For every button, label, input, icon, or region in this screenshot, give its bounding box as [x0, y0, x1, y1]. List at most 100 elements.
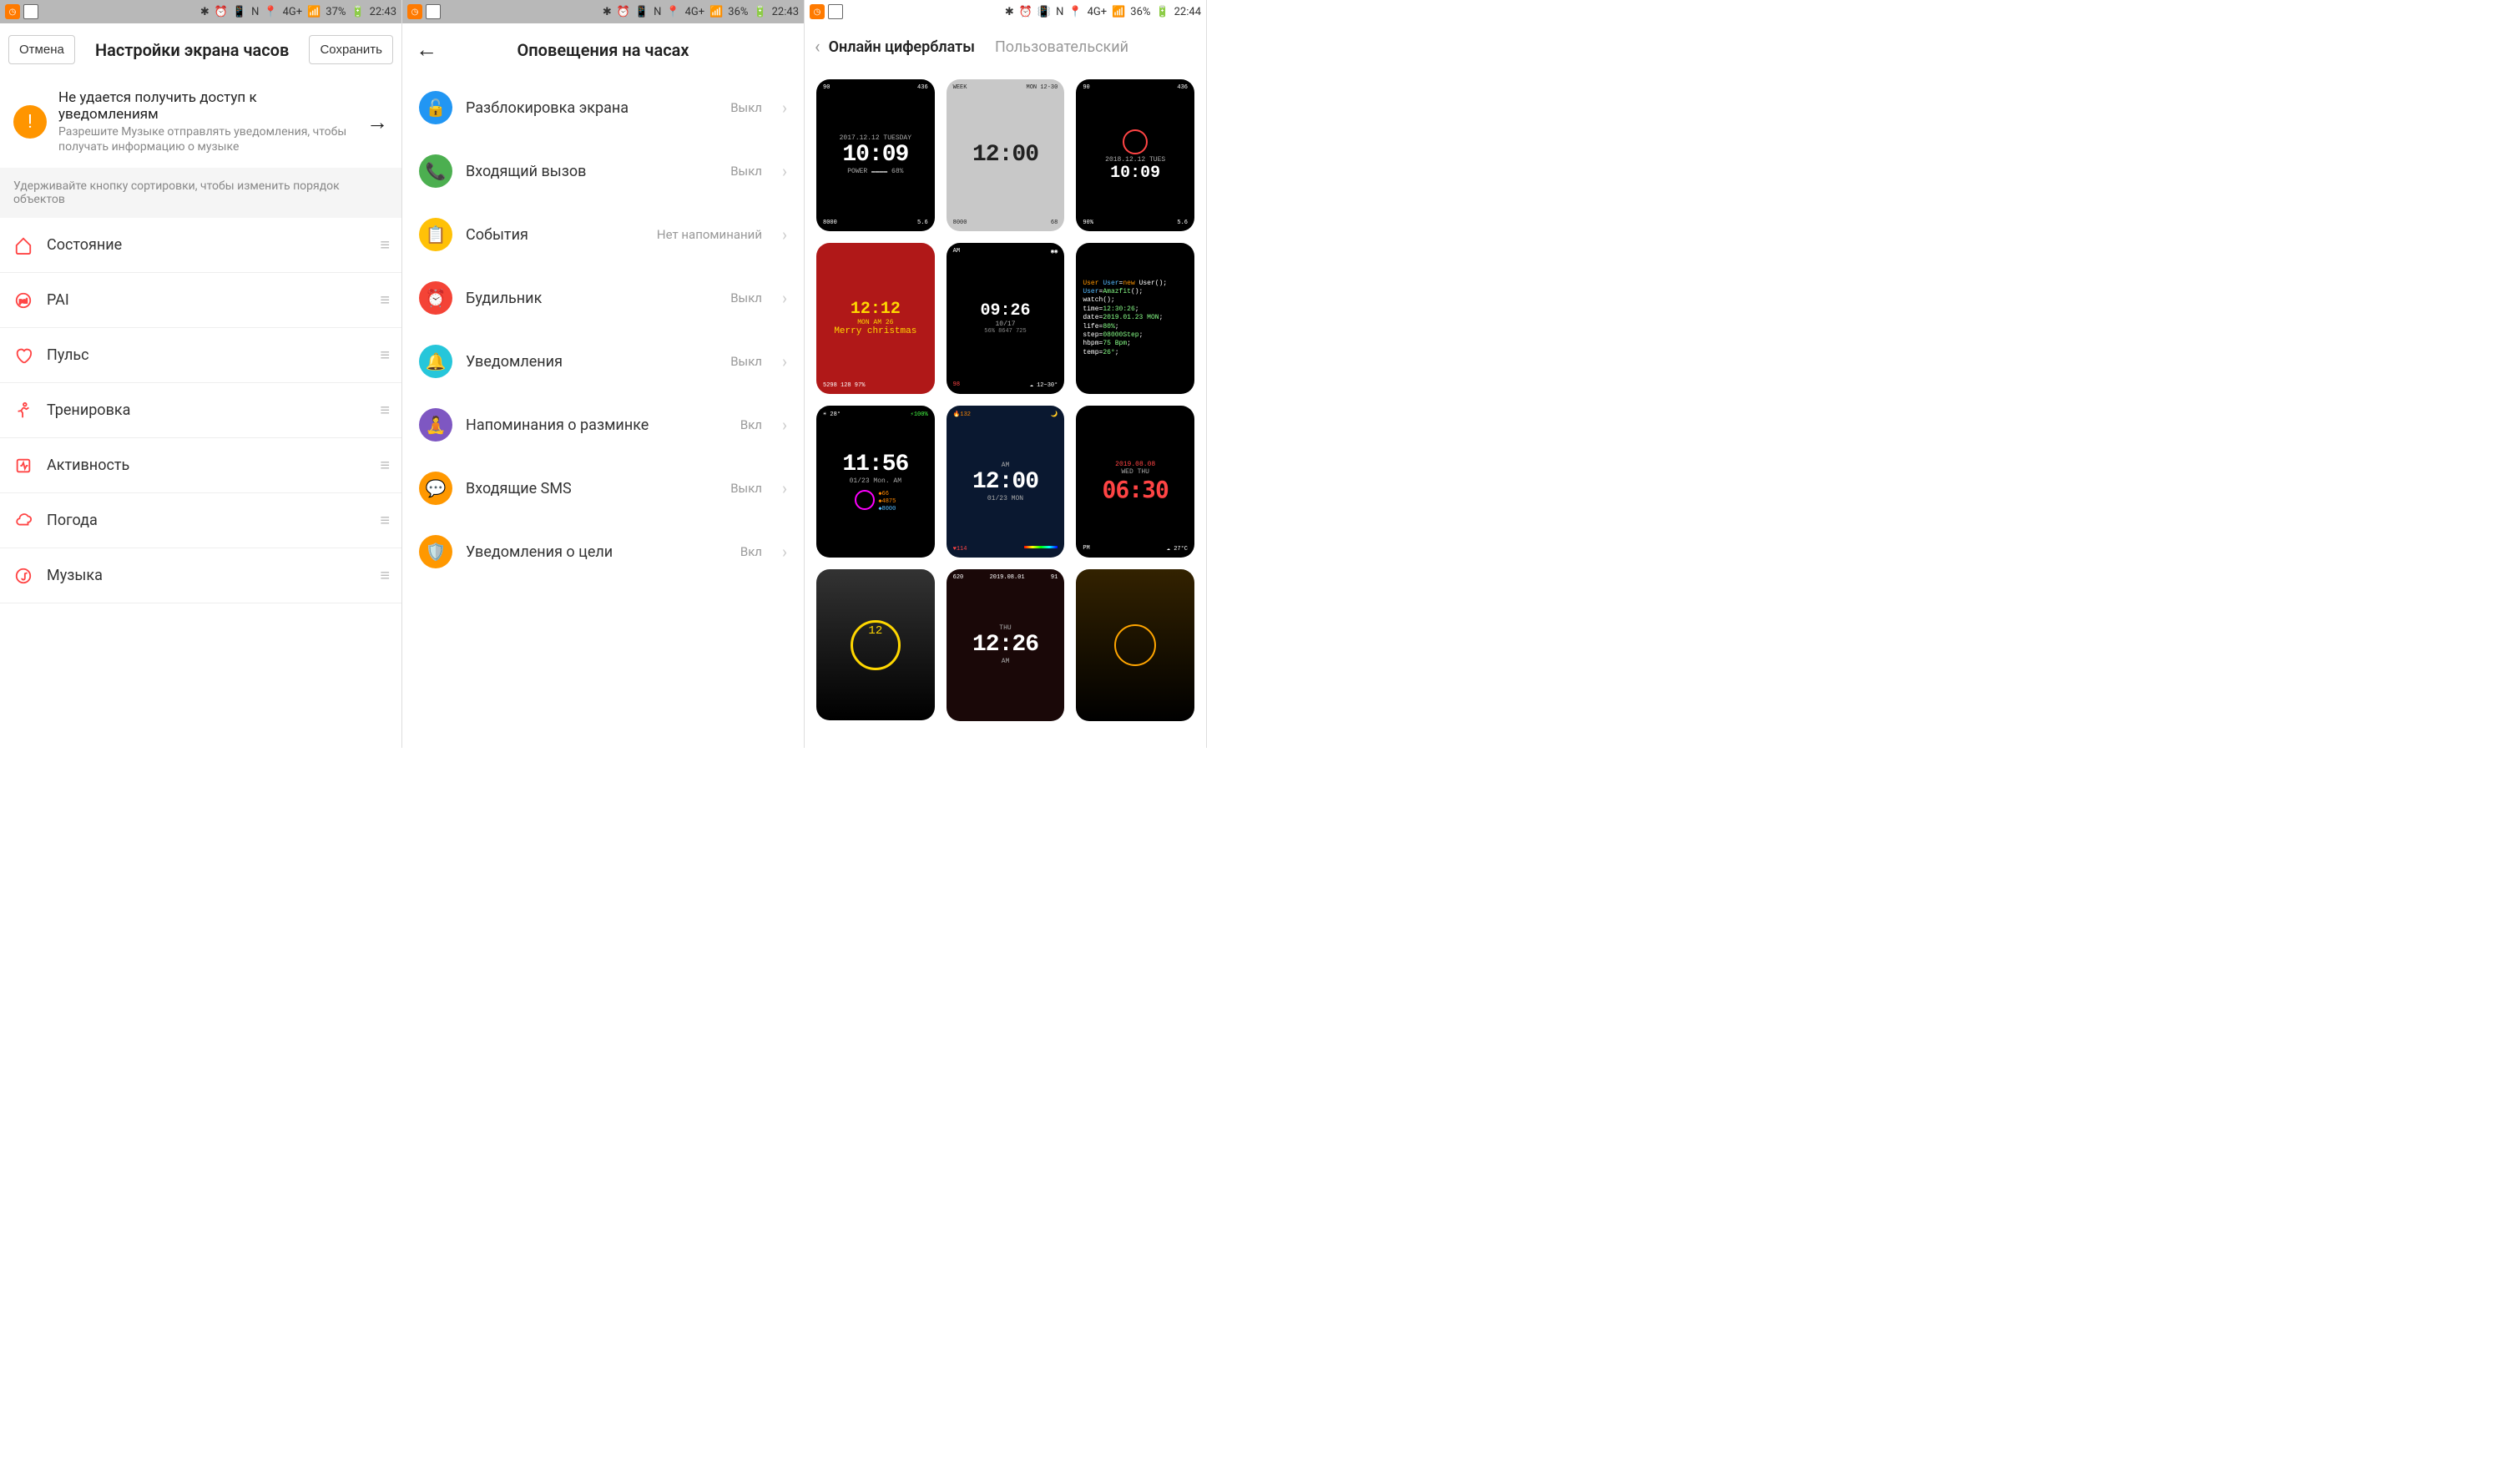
alarm-icon: ⏰	[617, 6, 630, 18]
alert-status: Выкл	[730, 164, 762, 179]
watchface-item[interactable]: 90436 2018.12.12 TUES 10:09 90%5.6	[1076, 79, 1194, 231]
alarm-icon: ⏰	[215, 6, 228, 18]
screen-watchfaces: ◷ ✱ ⏰ 📳 N 📍 4G+ 📶 36% 🔋 22:44 ‹ Онлайн ц…	[805, 0, 1207, 748]
page-title: Настройки экрана часов	[75, 40, 310, 60]
list-item-music[interactable]: Музыка ≡	[0, 548, 401, 603]
list-item-heartrate[interactable]: Пульс ≡	[0, 328, 401, 383]
shield-icon: 🛡️	[419, 535, 452, 568]
tab-online[interactable]: Онлайн циферблаты	[829, 38, 975, 56]
music-icon	[13, 566, 33, 586]
cloud-icon	[13, 511, 33, 531]
drag-handle-icon[interactable]: ≡	[380, 510, 388, 531]
calendar-icon	[23, 4, 38, 19]
watchface-item[interactable]: 12:12 MON AM 26 Merry christmas 5298 128…	[816, 243, 935, 395]
cancel-button[interactable]: Отмена	[8, 35, 75, 64]
statusbar: ◷ ✱ ⏰ 📳 N 📍 4G+ 📶 37% 🔋 22:43	[0, 0, 401, 23]
chevron-right-icon: ›	[782, 225, 787, 245]
watchface-item[interactable]	[1076, 569, 1194, 721]
alert-status: Вкл	[740, 417, 762, 432]
signal-icon: 📶	[307, 6, 321, 18]
drag-handle-icon[interactable]: ≡	[380, 565, 388, 586]
watchface-item[interactable]: AM◉◉ 09:26 10/17 56% 8647 725 98☁ 12~30°	[947, 243, 1065, 395]
network-label: 4G+	[1088, 6, 1108, 18]
list-item-label: Состояние	[47, 236, 366, 254]
drag-handle-icon[interactable]: ≡	[380, 290, 388, 310]
location-icon: 📍	[666, 6, 679, 18]
watchface-grid[interactable]: 90436 2017.12.12 TUESDAY 10:09 POWER ▬▬▬…	[805, 71, 1206, 729]
app-icon: ◷	[5, 4, 20, 19]
drag-handle-icon[interactable]: ≡	[380, 345, 388, 366]
clock: 22:44	[1174, 6, 1201, 18]
save-button[interactable]: Сохранить	[309, 35, 393, 64]
alert-item-idle[interactable]: 🧘 Напоминания о разминке Вкл ›	[402, 393, 804, 457]
screen-watch-settings: ◷ ✱ ⏰ 📳 N 📍 4G+ 📶 37% 🔋 22:43 Отмена Нас…	[0, 0, 402, 748]
alert-item-unlock[interactable]: 🔓 Разблокировка экрана Выкл ›	[402, 76, 804, 139]
person-icon: 🧘	[419, 408, 452, 442]
alert-status: Вкл	[740, 544, 762, 559]
watchface-item[interactable]: 🔥132🌙 AM 12:00 01/23 MON ♥114	[947, 406, 1065, 558]
alert-item-alarm[interactable]: ⏰ Будильник Выкл ›	[402, 266, 804, 330]
arrow-right-icon: →	[366, 109, 388, 135]
heart-icon	[13, 346, 33, 366]
header: ← Оповещения на часах	[402, 23, 804, 76]
battery-pct: 37%	[326, 6, 346, 18]
list-item-pai[interactable]: pai PAI ≡	[0, 273, 401, 328]
alert-item-call[interactable]: 📞 Входящий вызов Выкл ›	[402, 139, 804, 203]
list-item-label: Тренировка	[47, 401, 366, 419]
alert-label: Входящий вызов	[466, 163, 717, 180]
alerts-list: 🔓 Разблокировка экрана Выкл › 📞 Входящий…	[402, 76, 804, 583]
back-button[interactable]: ‹	[815, 37, 820, 58]
watchface-item[interactable]: ☀ 28°⚡100% 11:56 01/23 Mon. AM ◆66◆4875◆…	[816, 406, 935, 558]
alert-item-sms[interactable]: 💬 Входящие SMS Выкл ›	[402, 457, 804, 520]
alert-label: Уведомления о цели	[466, 543, 727, 561]
running-icon	[13, 401, 33, 421]
tab-custom[interactable]: Пользовательский	[995, 38, 1128, 56]
list-item-status[interactable]: Состояние ≡	[0, 218, 401, 273]
screen-watch-alerts: ◷ ✱ ⏰ 📳 N 📍 4G+ 📶 36% 🔋 22:43 ← Оповещен…	[402, 0, 805, 748]
chevron-right-icon: ›	[782, 161, 787, 181]
battery-icon: 🔋	[1155, 6, 1169, 18]
list-item-weather[interactable]: Погода ≡	[0, 493, 401, 548]
activity-icon	[13, 456, 33, 476]
alert-label: Будильник	[466, 290, 717, 307]
alert-status: Выкл	[730, 481, 762, 496]
watchface-item[interactable]: 6202019.08.0191 THU 12:26 AM	[947, 569, 1065, 721]
chevron-right-icon: ›	[782, 478, 787, 498]
chevron-right-icon: ›	[782, 288, 787, 308]
calendar-icon	[828, 4, 843, 19]
list-item-label: PAI	[47, 291, 366, 309]
list-item-workout[interactable]: Тренировка ≡	[0, 383, 401, 438]
back-button[interactable]: ←	[416, 37, 441, 63]
chevron-right-icon: ›	[782, 542, 787, 562]
location-icon: 📍	[1068, 6, 1082, 18]
chevron-right-icon: ›	[782, 415, 787, 435]
nfc-icon: N	[654, 6, 661, 18]
watchface-item[interactable]: User User=new User(); User=Amazfit(); wa…	[1076, 243, 1194, 395]
app-icon: ◷	[810, 4, 825, 19]
alert-item-goal[interactable]: 🛡️ Уведомления о цели Вкл ›	[402, 520, 804, 583]
watchface-item[interactable]: 12	[816, 569, 935, 721]
list-item-label: Погода	[47, 512, 366, 529]
home-icon	[13, 235, 33, 255]
page-title: Оповещения на часах	[441, 40, 765, 60]
list-item-label: Активность	[47, 457, 366, 474]
alert-item-notifications[interactable]: 🔔 Уведомления Выкл ›	[402, 330, 804, 393]
drag-handle-icon[interactable]: ≡	[380, 455, 388, 476]
header: ‹ Онлайн циферблаты Пользовательский	[805, 23, 1206, 71]
pai-icon: pai	[13, 290, 33, 310]
list-item-activity[interactable]: Активность ≡	[0, 438, 401, 493]
watchface-item[interactable]: WEEKMON 12-30 12:00 800068	[947, 79, 1065, 231]
watchface-item[interactable]: 2019.08.08 WED THU 06:30 PM☁ 27°C	[1076, 406, 1194, 558]
drag-handle-icon[interactable]: ≡	[380, 400, 388, 421]
drag-handle-icon[interactable]: ≡	[380, 235, 388, 255]
notification-access-warning[interactable]: ! Не удается получить доступ к уведомлен…	[0, 76, 401, 168]
nfc-icon: N	[1056, 6, 1063, 18]
phone-icon: 📞	[419, 154, 452, 188]
alert-label: Разблокировка экрана	[466, 99, 717, 117]
sms-icon: 💬	[419, 472, 452, 505]
alert-item-events[interactable]: 📋 События Нет напоминаний ›	[402, 203, 804, 266]
watchface-item[interactable]: 90436 2017.12.12 TUESDAY 10:09 POWER ▬▬▬…	[816, 79, 935, 231]
statusbar: ◷ ✱ ⏰ 📳 N 📍 4G+ 📶 36% 🔋 22:44	[805, 0, 1206, 23]
battery-pct: 36%	[728, 6, 748, 18]
alert-status: Выкл	[730, 290, 762, 305]
